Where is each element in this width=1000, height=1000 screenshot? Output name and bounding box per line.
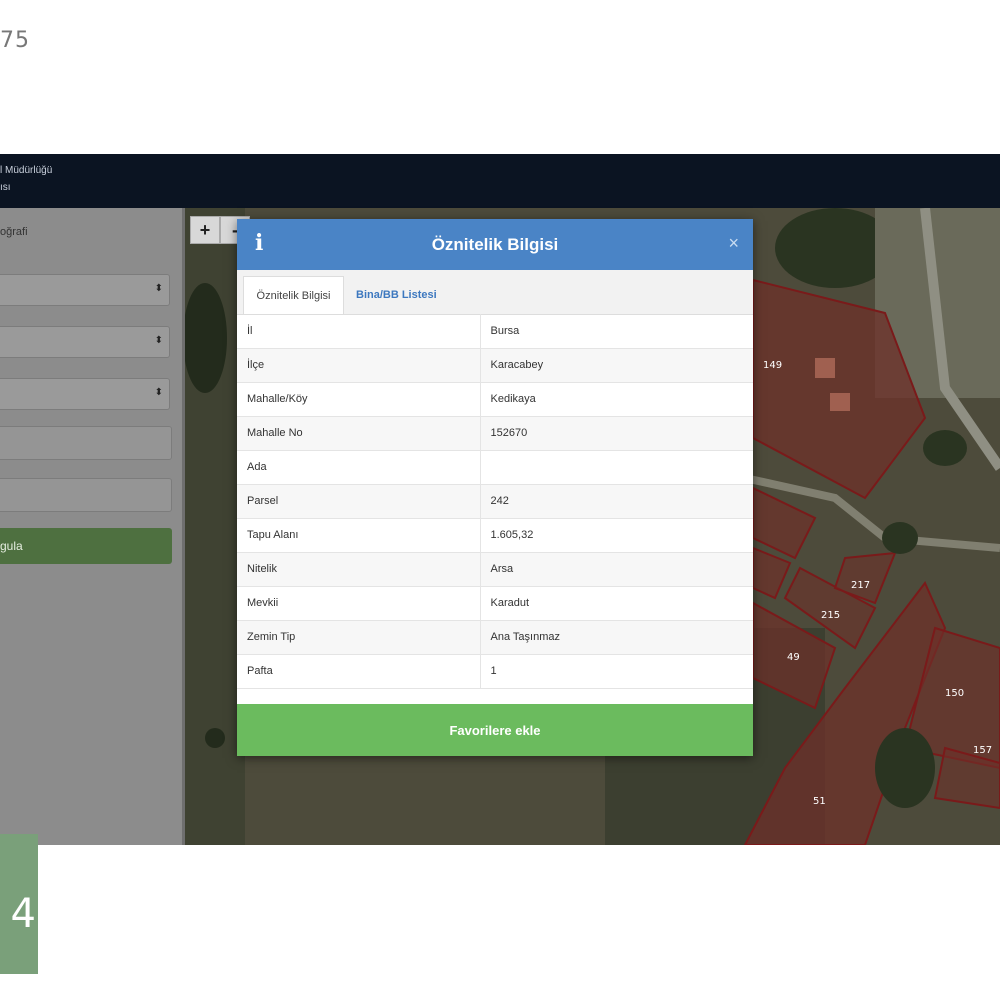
table-row: Zemin Tip Ana Taşınmaz bbox=[237, 620, 753, 655]
tab-building-list[interactable]: Bina/BB Listesi bbox=[356, 276, 437, 314]
parcel-label: 215 bbox=[821, 610, 840, 621]
sidebar-title: oğrafi bbox=[0, 226, 28, 238]
attribute-key: İl bbox=[237, 314, 481, 349]
parcel-label: 149 bbox=[763, 360, 782, 371]
attribute-info-modal: i Öznitelik Bilgisi × Öznitelik Bilgisi … bbox=[237, 219, 753, 756]
select-arrow-icon: ⬍ bbox=[154, 283, 163, 294]
attribute-key: İlçe bbox=[237, 348, 481, 383]
query-button[interactable]: gula bbox=[0, 528, 172, 564]
select-arrow-icon: ⬍ bbox=[154, 387, 163, 398]
attribute-key: Mahalle/Köy bbox=[237, 382, 481, 417]
parcel-label: 217 bbox=[851, 580, 870, 591]
add-to-favorites-button[interactable]: Favorilere ekle bbox=[237, 704, 753, 756]
attribute-value: Bursa bbox=[480, 314, 753, 349]
attribute-value: 242 bbox=[480, 484, 753, 519]
attribute-value: Kedikaya bbox=[480, 382, 753, 417]
block-input[interactable] bbox=[0, 426, 172, 460]
province-select[interactable]: ⬍ bbox=[0, 274, 170, 306]
attribute-value: Ana Taşınmaz bbox=[480, 620, 753, 655]
table-row: Nitelik Arsa bbox=[237, 552, 753, 587]
close-icon[interactable]: × bbox=[728, 233, 739, 254]
attribute-key: Tapu Alanı bbox=[237, 518, 481, 553]
table-row: Mevkii Karadut bbox=[237, 586, 753, 621]
attribute-key: Zemin Tip bbox=[237, 620, 481, 655]
attribute-value: Arsa bbox=[480, 552, 753, 587]
attribute-value: Karacabey bbox=[480, 348, 753, 383]
table-row: Pafta 1 bbox=[237, 654, 753, 689]
attribute-key: Nitelik bbox=[237, 552, 481, 587]
neighborhood-select[interactable]: ⬍ bbox=[0, 378, 170, 410]
attribute-value: Karadut bbox=[480, 586, 753, 621]
parcel-label: 157 bbox=[973, 745, 992, 756]
topbar-subtitle: ısı bbox=[0, 182, 11, 193]
table-row: İl Bursa bbox=[237, 314, 753, 349]
modal-header: i Öznitelik Bilgisi × bbox=[237, 219, 753, 270]
modal-title: Öznitelik Bilgisi bbox=[431, 235, 559, 254]
table-row: Mahalle/Köy Kedikaya bbox=[237, 382, 753, 417]
parcel-input[interactable] bbox=[0, 478, 172, 512]
attribute-key: Parsel bbox=[237, 484, 481, 519]
attribute-value: 152670 bbox=[480, 416, 753, 451]
attribute-key: Mevkii bbox=[237, 586, 481, 621]
parcel-label: 51 bbox=[813, 796, 826, 807]
table-row: Parsel 242 bbox=[237, 484, 753, 519]
table-row: Ada bbox=[237, 450, 753, 485]
district-select[interactable]: ⬍ bbox=[0, 326, 170, 358]
attribute-value: 1.605,32 bbox=[480, 518, 753, 553]
tab-attribute-info[interactable]: Öznitelik Bilgisi bbox=[243, 276, 344, 314]
corner-badge: 4 bbox=[0, 834, 38, 974]
table-row: Tapu Alanı 1.605,32 bbox=[237, 518, 753, 553]
parcel-label: 49 bbox=[787, 652, 800, 663]
parcel-label: 150 bbox=[945, 688, 964, 699]
table-row: İlçe Karacabey bbox=[237, 348, 753, 383]
corner-text: 75 bbox=[0, 28, 30, 53]
sidebar: oğrafi ⬍ ⬍ ⬍ gula bbox=[0, 208, 185, 845]
modal-tabs: Öznitelik Bilgisi Bina/BB Listesi bbox=[237, 270, 753, 315]
attribute-value: 1 bbox=[480, 654, 753, 689]
select-arrow-icon: ⬍ bbox=[154, 335, 163, 346]
attribute-key: Ada bbox=[237, 450, 481, 485]
badge-text: 4 bbox=[10, 891, 36, 937]
attribute-table: İl Bursa İlçe Karacabey Mahalle/Köy Kedikay… bbox=[237, 314, 753, 689]
zoom-in-button[interactable]: + bbox=[190, 216, 220, 244]
topbar-title: l Müdürlüğü bbox=[0, 165, 53, 176]
table-row: Mahalle No 152670 bbox=[237, 416, 753, 451]
attribute-key: Pafta bbox=[237, 654, 481, 689]
top-bar: l Müdürlüğü ısı bbox=[0, 154, 1000, 208]
attribute-key: Mahalle No bbox=[237, 416, 481, 451]
attribute-value bbox=[480, 450, 753, 485]
